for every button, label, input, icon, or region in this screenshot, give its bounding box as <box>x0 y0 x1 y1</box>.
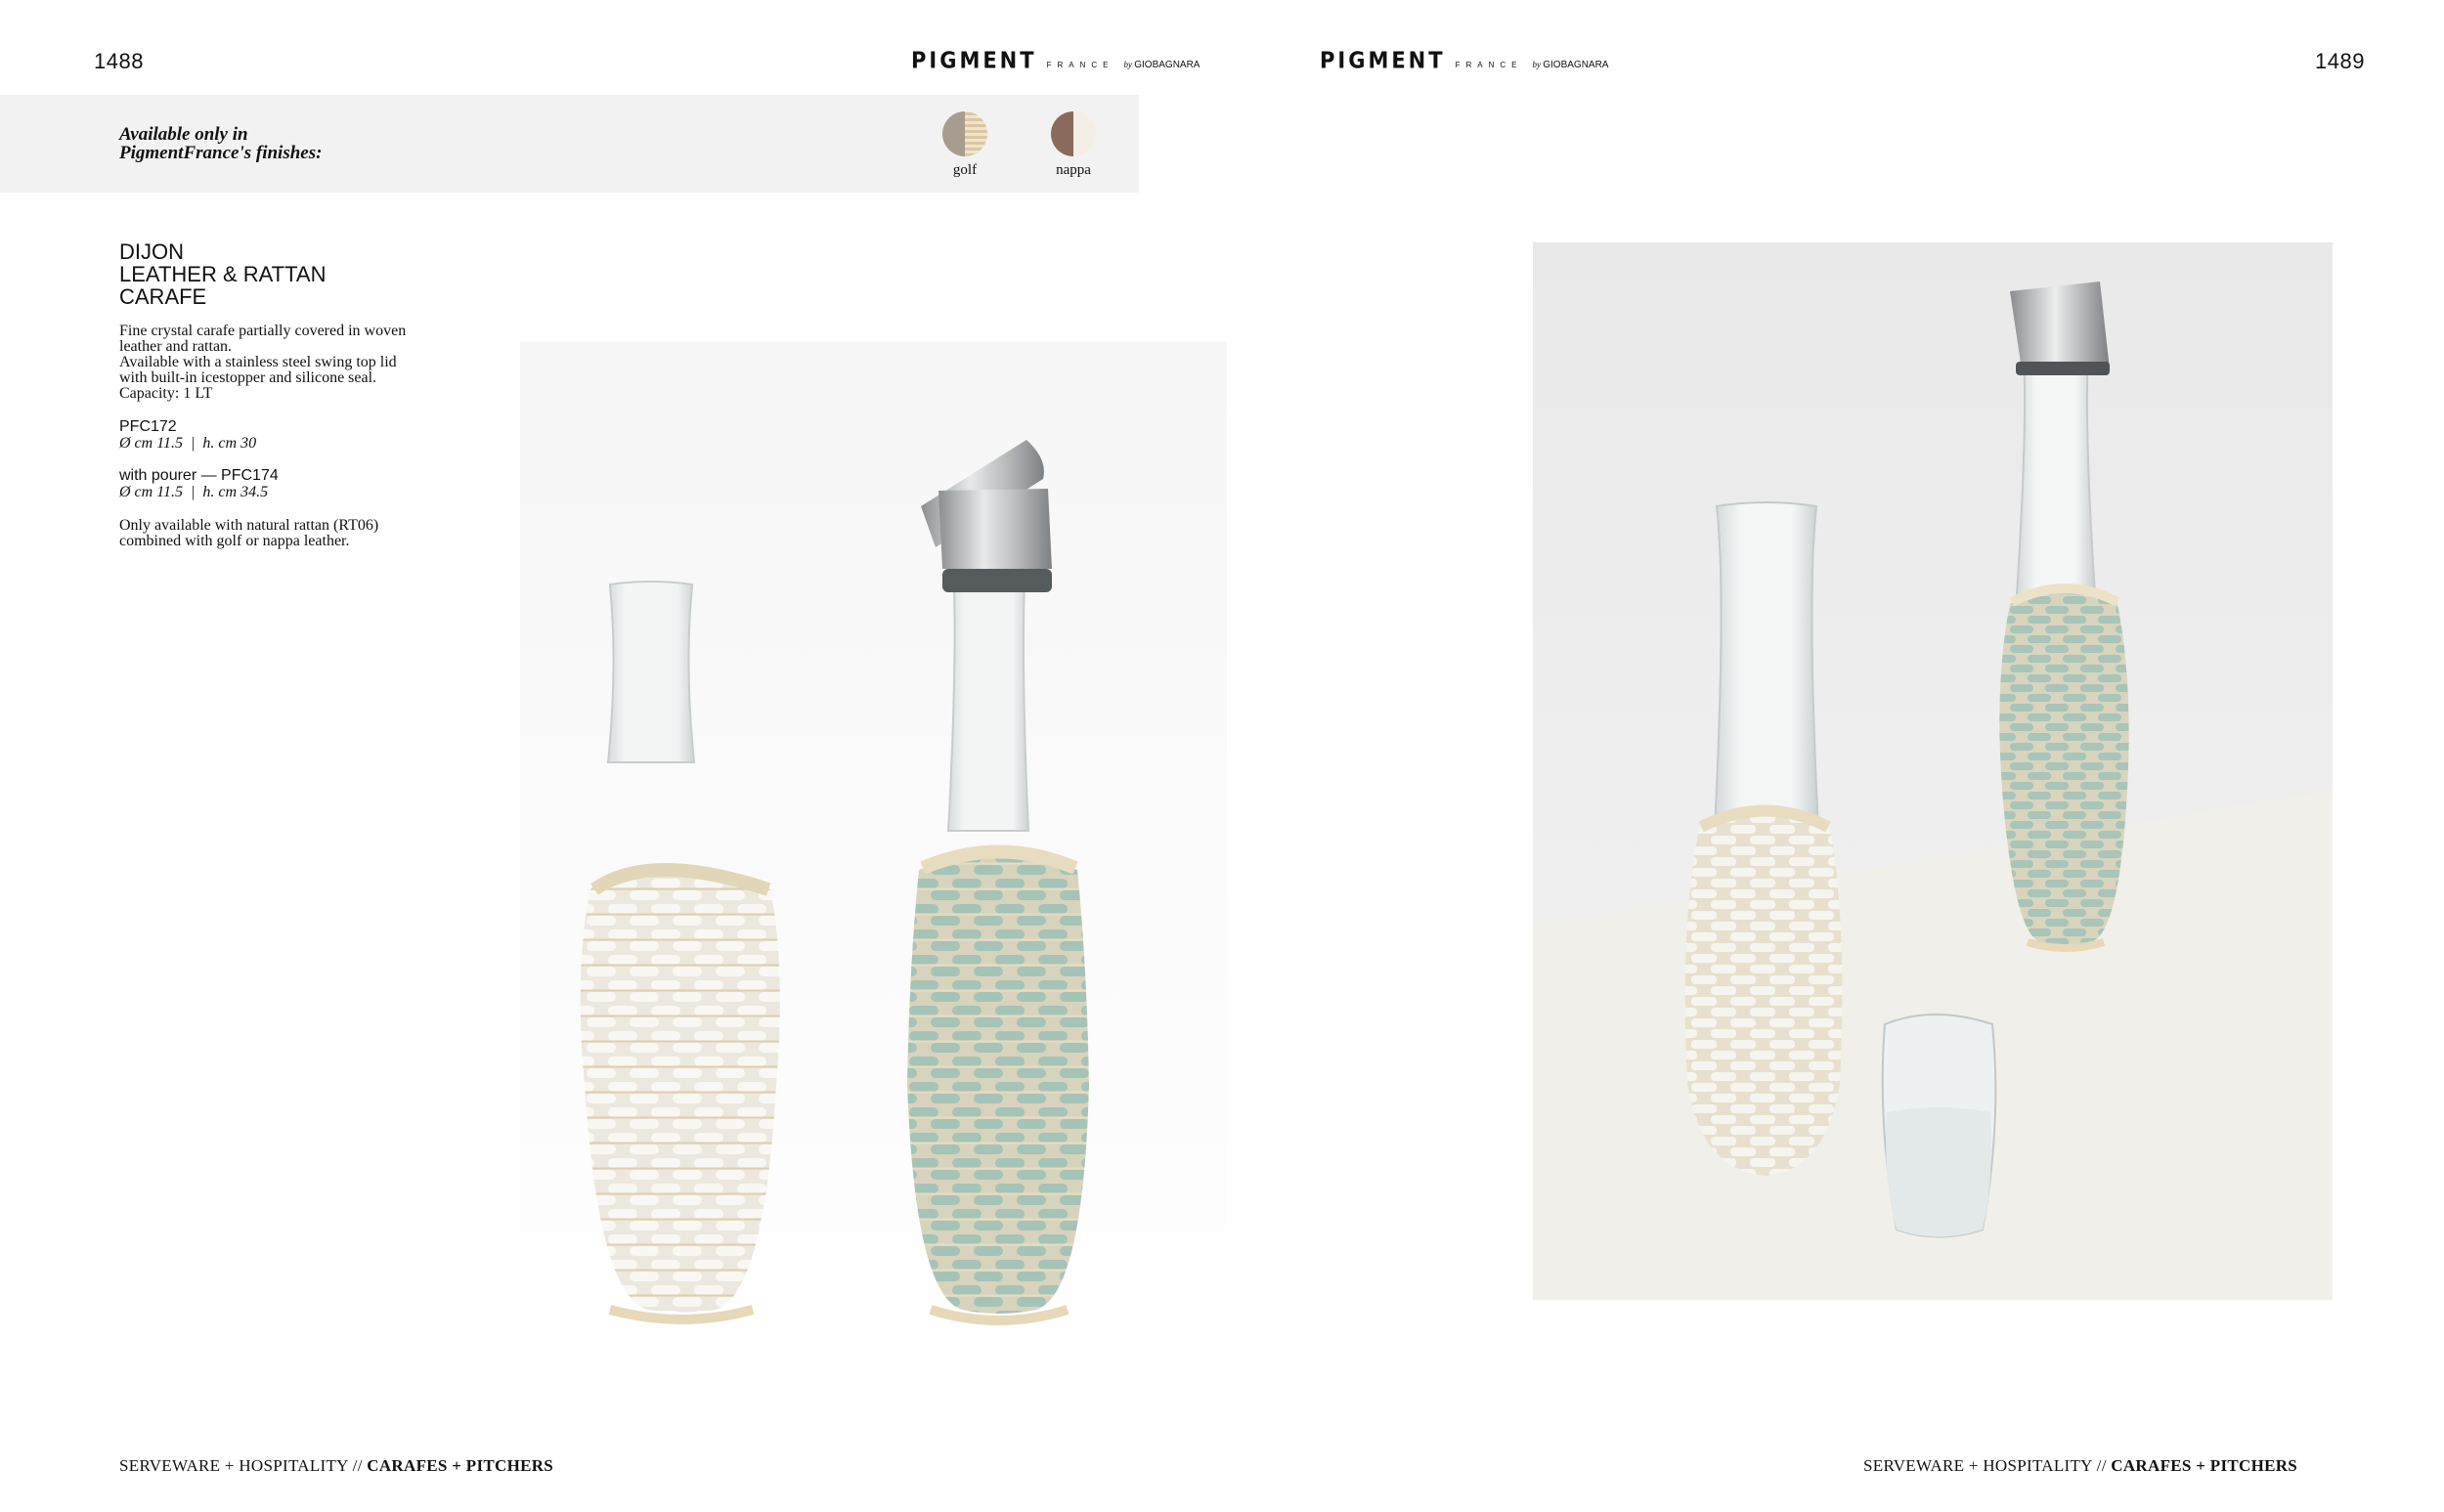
product-photo-left <box>520 342 1227 1422</box>
product-code-2: with pourer — PFC174 <box>119 467 279 484</box>
brand-name: PIGMENT <box>911 47 1037 74</box>
product-description: Fine crystal carafe partially covered in… <box>119 323 407 402</box>
brand-sub: FRANCE <box>1455 61 1523 69</box>
swatch-label-golf: golf <box>952 162 978 178</box>
product-dims-2: Ø cm 11.5 | h. cm 34.5 <box>119 484 269 500</box>
footer-left: SERVEWARE + HOSPITALITY // CARAFES + PIT… <box>119 1456 554 1475</box>
brand-by: by GIOBAGNARA <box>1123 60 1200 70</box>
brand-sub: FRANCE <box>1046 61 1114 69</box>
brand-logo-right: PIGMENT FRANCE by GIOBAGNARA <box>1320 47 1609 74</box>
swatch-nappa <box>1051 111 1096 156</box>
brand-logo-left: PIGMENT FRANCE by GIOBAGNARA <box>911 47 1200 74</box>
swatch-label-nappa: nappa <box>1056 162 1091 178</box>
page-number-left: 1488 <box>94 49 144 73</box>
brand-by: by GIOBAGNARA <box>1532 60 1609 70</box>
product-code-1: PFC172 <box>119 418 177 435</box>
product-photo-right <box>1533 242 2333 1300</box>
brand-name: PIGMENT <box>1320 47 1446 74</box>
product-note: Only available with natural rattan (RT06… <box>119 517 379 549</box>
carafes-photo-illustration <box>520 342 1227 1422</box>
footer-right: SERVEWARE + HOSPITALITY // CARAFES + PIT… <box>1863 1456 2298 1475</box>
product-title: DIJON LEATHER & RATTAN CARAFE <box>119 239 327 309</box>
product-dims-1: Ø cm 11.5 | h. cm 30 <box>119 435 257 452</box>
finishes-title: Available only in PigmentFrance's finish… <box>119 124 323 163</box>
carafes-scene-illustration <box>1533 242 2333 1300</box>
swatch-golf <box>942 111 987 156</box>
page-number-right: 1489 <box>2315 49 2365 73</box>
